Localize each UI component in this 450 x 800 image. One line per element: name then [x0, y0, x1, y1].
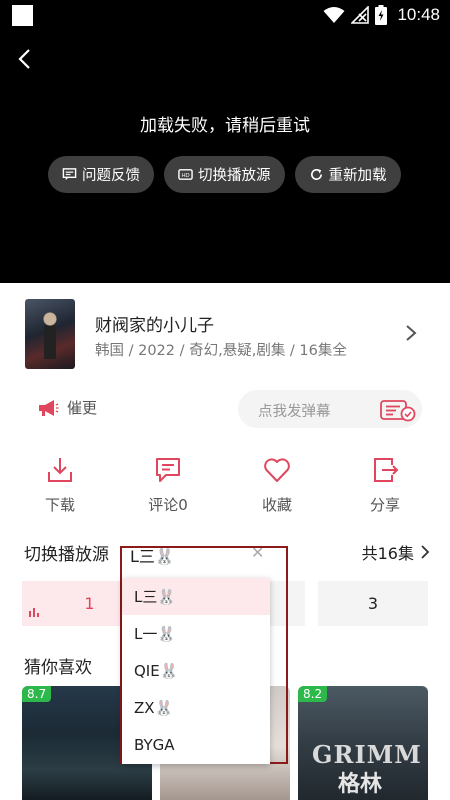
rating-badge: 8.7 — [22, 686, 52, 702]
share-label: 分享 — [369, 496, 400, 514]
feedback-label: 问题反馈 — [82, 168, 140, 184]
reload-label: 重新加载 — [328, 168, 387, 184]
share-button[interactable]: 分享 — [340, 456, 430, 515]
source-option[interactable]: L一🐰 — [122, 615, 270, 652]
source-option[interactable]: ZX🐰 — [122, 689, 270, 726]
comment-icon — [156, 458, 180, 482]
status-icons: 10:48 — [323, 5, 440, 25]
episode-number: 3 — [367, 594, 379, 613]
switch-source-button[interactable]: HD 切换播放源 — [164, 156, 285, 193]
poster-title-cn: 格林 — [338, 772, 383, 797]
notification-icon — [12, 5, 33, 26]
danmu-placeholder: 点我发弹幕 — [258, 404, 331, 420]
danmu-settings-icon[interactable] — [379, 398, 417, 422]
episode-total-button[interactable]: 共16集 — [362, 540, 430, 564]
action-bar: 下载 评论0 收藏 分享 — [0, 456, 450, 526]
source-option[interactable]: BYGA — [122, 726, 270, 763]
comment-button[interactable]: 评论0 — [123, 456, 213, 515]
battery-charging-icon — [375, 5, 388, 25]
chevron-right-icon[interactable] — [404, 323, 418, 343]
favorite-button[interactable]: 收藏 — [232, 456, 322, 515]
reload-button[interactable]: 重新加载 — [294, 156, 401, 193]
wifi-icon — [323, 7, 345, 23]
reload-icon — [310, 168, 322, 180]
poster-title: GRIMM — [312, 740, 422, 769]
video-player[interactable]: 10:48 加载失败，请稍后重试 问题反馈 HD 切换播放源 重新加载 — [0, 0, 450, 283]
comment-label: 评论0 — [148, 496, 188, 514]
show-poster[interactable] — [25, 299, 75, 369]
switch-source-label: 切换播放源 — [198, 168, 271, 184]
recommend-card[interactable]: 8.2 GRIMM 格林 — [298, 686, 428, 800]
player-error-actions: 问题反馈 HD 切换播放源 重新加载 — [48, 156, 401, 193]
danmu-input[interactable]: 点我发弹幕 — [238, 390, 422, 428]
recommend-heading: 猜你喜欢 — [24, 658, 92, 678]
status-time: 10:48 — [397, 5, 440, 24]
show-title[interactable]: 财阀家的小儿子 — [95, 311, 214, 336]
svg-text:HD: HD — [181, 173, 189, 179]
source-option[interactable]: QIE🐰 — [122, 652, 270, 689]
download-icon — [48, 458, 72, 482]
episode-item[interactable]: 3 — [318, 581, 428, 626]
episode-total-label: 共16集 — [361, 544, 414, 563]
heart-icon — [264, 458, 290, 482]
back-arrow-icon[interactable] — [14, 46, 38, 72]
no-signal-icon — [351, 6, 370, 24]
episode-number: 1 — [84, 594, 95, 613]
feedback-icon — [62, 168, 77, 181]
feedback-button[interactable]: 问题反馈 — [48, 156, 154, 193]
source-option[interactable]: L三🐰 — [122, 578, 270, 615]
chevron-right-icon — [421, 545, 430, 559]
rating-badge: 8.2 — [298, 686, 328, 702]
playing-bars-icon — [29, 608, 39, 617]
download-label: 下载 — [44, 496, 75, 514]
hd-source-icon: HD — [178, 169, 193, 180]
favorite-label: 收藏 — [261, 496, 292, 514]
download-button[interactable]: 下载 — [15, 456, 105, 515]
load-error-message: 加载失败，请稍后重试 — [140, 116, 310, 136]
show-meta: 韩国 / 2022 / 奇幻,悬疑,剧集 / 16集全 — [95, 343, 347, 359]
megaphone-icon — [39, 399, 59, 416]
status-bar: 10:48 — [0, 0, 450, 32]
source-label: 切换播放源 — [24, 545, 109, 565]
source-dropdown-menu: L三🐰 L一🐰 QIE🐰 ZX🐰 BYGA — [122, 578, 270, 764]
urge-label: 催更 — [67, 399, 98, 417]
share-icon — [374, 458, 399, 482]
urge-update-button[interactable]: 催更 — [37, 397, 97, 418]
